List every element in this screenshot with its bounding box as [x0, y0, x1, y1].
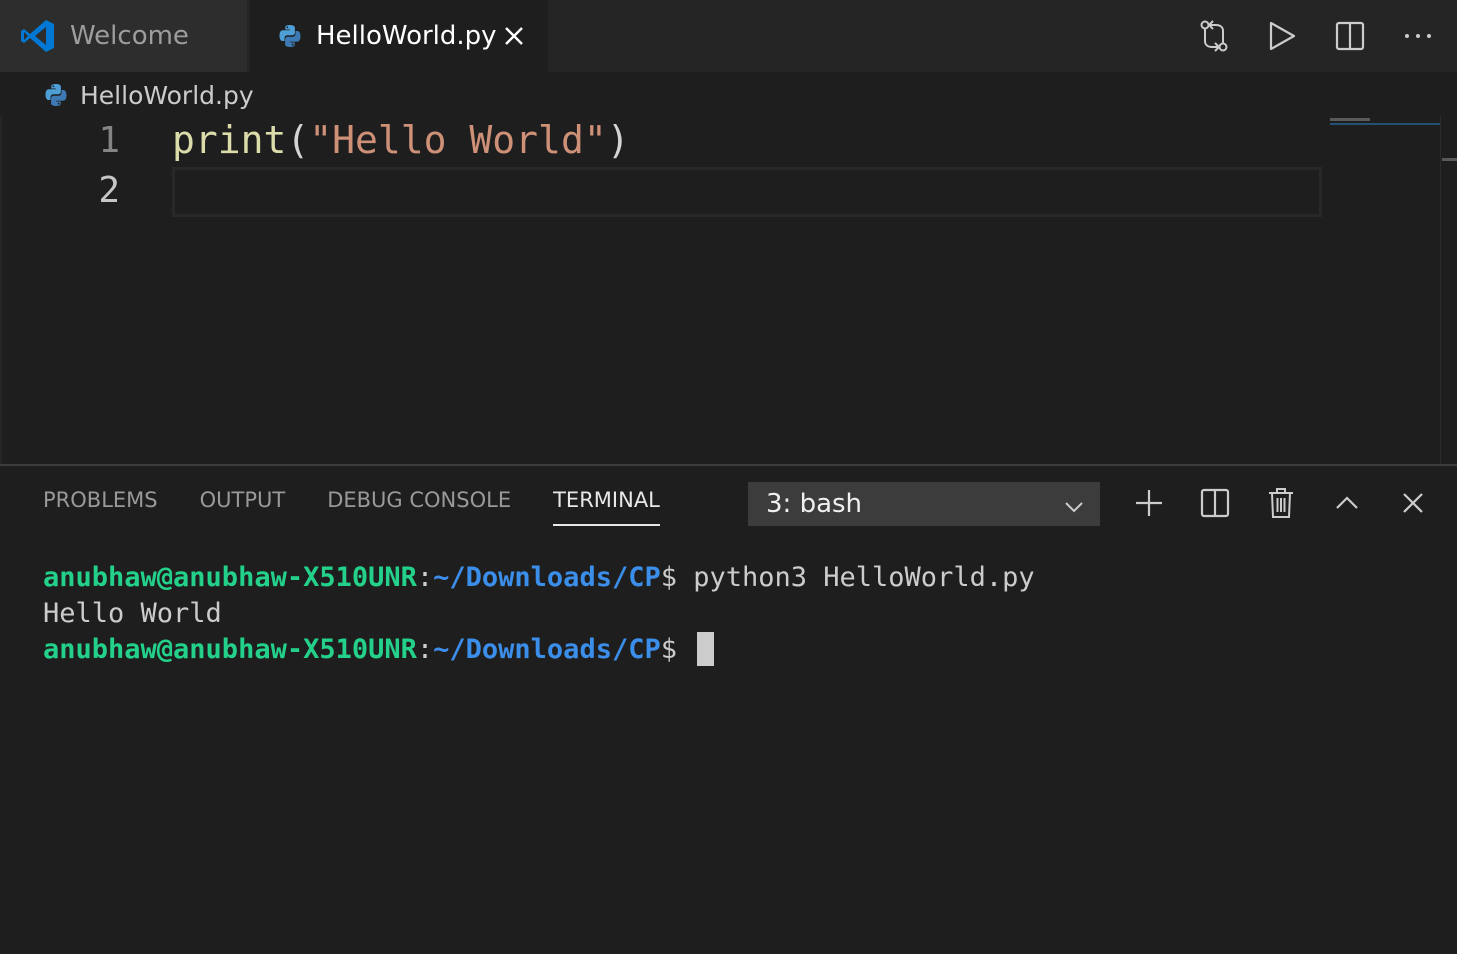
tab-helloworld-label: HelloWorld.py	[316, 21, 497, 51]
scrollbar-cursor-marker	[1442, 158, 1457, 161]
panel-actions	[1133, 484, 1429, 522]
terminal-program-output: Hello World	[43, 598, 222, 629]
chevron-up-icon[interactable]	[1331, 484, 1363, 522]
chevron-down-icon	[1064, 494, 1084, 524]
terminal-output[interactable]: anubhaw@anubhaw-X510UNR:~/Downloads/CP$ …	[43, 560, 1035, 668]
editor-tab-bar: Welcome HelloWorld.py	[0, 0, 1457, 72]
current-line-highlight	[172, 167, 1322, 217]
terminal-line: anubhaw@anubhaw-X510UNR:~/Downloads/CP$	[43, 632, 1035, 668]
line-number: 1	[98, 120, 120, 161]
bottom-panel: PROBLEMS OUTPUT DEBUG CONSOLE TERMINAL 3…	[0, 464, 1457, 954]
code-token-paren: (	[286, 118, 310, 162]
terminal-command: python3 HelloWorld.py	[693, 562, 1035, 593]
source-control-compare-icon[interactable]	[1197, 16, 1231, 56]
terminal-cursor	[697, 632, 715, 666]
tab-welcome[interactable]: Welcome	[0, 0, 248, 72]
terminal-path: ~/Downloads/CP	[433, 634, 661, 665]
line-number: 2	[98, 170, 120, 211]
minimap[interactable]	[1330, 118, 1440, 125]
panel-tabs: PROBLEMS OUTPUT DEBUG CONSOLE TERMINAL	[43, 488, 660, 526]
code-token-function: print	[172, 118, 287, 162]
python-file-icon	[44, 83, 68, 107]
terminal-line: Hello World	[43, 596, 1035, 632]
terminal-select-value: 3: bash	[766, 489, 863, 519]
tab-terminal[interactable]: TERMINAL	[553, 488, 660, 526]
breadcrumb[interactable]: HelloWorld.py	[44, 78, 254, 112]
breadcrumb-file[interactable]: HelloWorld.py	[80, 81, 254, 110]
more-actions-icon[interactable]	[1401, 16, 1435, 56]
tab-output[interactable]: OUTPUT	[200, 488, 286, 526]
trash-icon[interactable]	[1265, 484, 1297, 522]
terminal-line: anubhaw@anubhaw-X510UNR:~/Downloads/CP$ …	[43, 562, 1035, 593]
code-token-paren: )	[606, 118, 630, 162]
run-icon[interactable]	[1265, 16, 1299, 56]
terminal-user: anubhaw@anubhaw-X510UNR	[43, 562, 417, 593]
code-token-string: "Hello World"	[309, 118, 607, 162]
terminal-user: anubhaw@anubhaw-X510UNR	[43, 634, 417, 665]
close-panel-icon[interactable]	[1397, 484, 1429, 522]
tab-welcome-label: Welcome	[70, 21, 189, 51]
vscode-logo-icon	[20, 18, 56, 54]
new-terminal-icon[interactable]	[1133, 484, 1165, 522]
tab-helloworld-py[interactable]: HelloWorld.py	[250, 0, 548, 72]
split-editor-icon[interactable]	[1333, 16, 1367, 56]
code-line[interactable]: print("Hello World")	[172, 118, 630, 162]
terminal-path: ~/Downloads/CP	[433, 562, 661, 593]
minimap-viewport	[1330, 123, 1440, 125]
tab-debug-console[interactable]: DEBUG CONSOLE	[327, 488, 511, 526]
minimap-code	[1330, 118, 1370, 121]
editor-scrollbar[interactable]	[1440, 116, 1457, 464]
split-terminal-icon[interactable]	[1199, 484, 1231, 522]
tab-problems[interactable]: PROBLEMS	[43, 488, 158, 526]
close-icon[interactable]	[500, 22, 528, 50]
python-file-icon	[278, 24, 302, 48]
code-editor[interactable]: 1 2 print("Hello World")	[0, 116, 1457, 464]
editor-toolbar	[1197, 16, 1435, 56]
terminal-select-dropdown[interactable]: 3: bash	[748, 482, 1100, 526]
